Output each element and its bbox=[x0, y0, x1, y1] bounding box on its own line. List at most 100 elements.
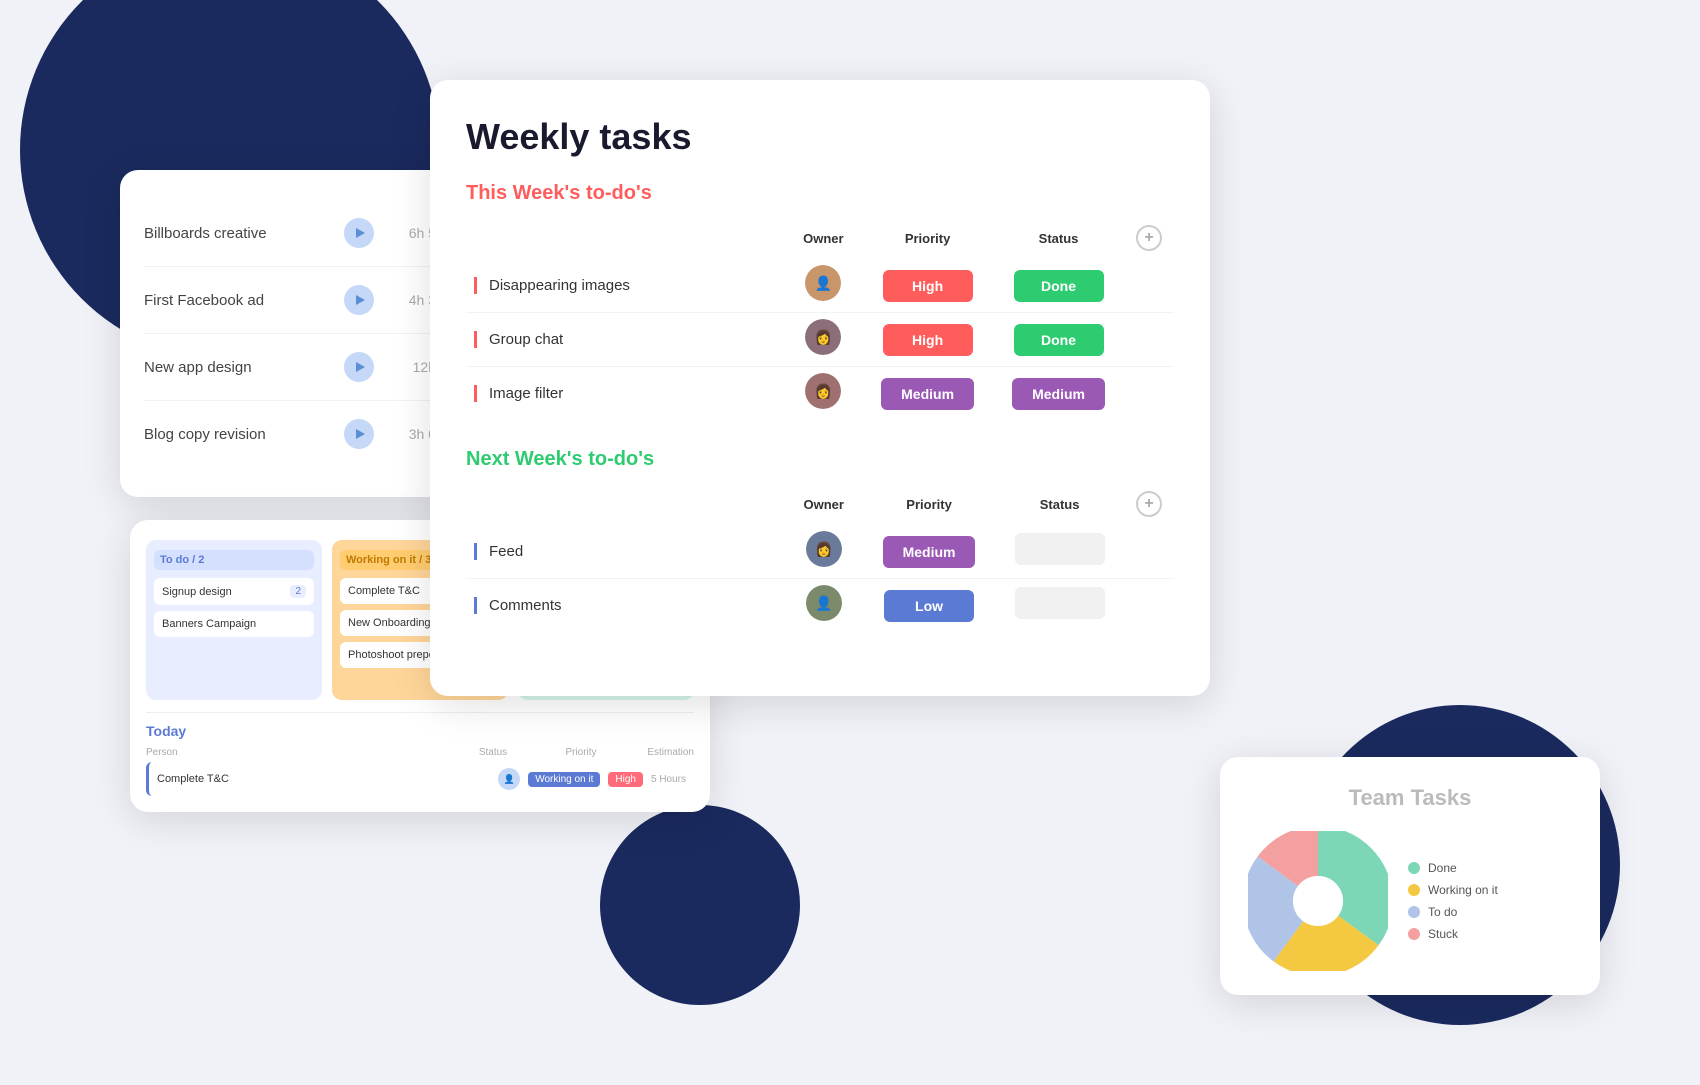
time-task-label: New app design bbox=[144, 359, 330, 376]
avatar-inner: 👩 bbox=[805, 373, 841, 409]
team-tasks-card: Team Tasks Done Working bbox=[1220, 757, 1600, 995]
bg-circle-bottom-mid bbox=[600, 805, 800, 1005]
status-badge[interactable]: Done bbox=[1014, 270, 1104, 302]
time-value-app: 12h bbox=[388, 359, 436, 375]
add-button-next-week[interactable]: + bbox=[1136, 491, 1162, 517]
time-item-app: New app design 12h bbox=[144, 334, 436, 401]
legend-label-stuck: Stuck bbox=[1428, 927, 1458, 941]
today-priority-badge: High bbox=[608, 772, 643, 787]
time-tracking-card: Billboards creative 6h 5 First Facebook … bbox=[120, 170, 460, 497]
task-priority-cell: Low bbox=[863, 579, 995, 633]
task-extra-cell bbox=[1124, 259, 1174, 313]
task-owner-cell: 👩 bbox=[785, 313, 863, 367]
time-item-blog: Blog copy revision 3h 0 bbox=[144, 401, 436, 467]
task-name: Group chat bbox=[474, 331, 563, 348]
today-status-badge: Working on it bbox=[528, 772, 600, 787]
time-item-billboards: Billboards creative 6h 5 bbox=[144, 200, 436, 267]
col-task-name bbox=[466, 217, 785, 259]
col-owner: Owner bbox=[785, 217, 863, 259]
legend-done: Done bbox=[1408, 861, 1498, 875]
today-columns: Person Status Priority Estimation bbox=[146, 747, 694, 758]
avatar: 👤 bbox=[806, 585, 842, 621]
col-owner: Owner bbox=[785, 483, 863, 525]
task-owner-cell: 👤 bbox=[785, 259, 863, 313]
avatar: 👩 bbox=[805, 319, 841, 355]
task-name: Disappearing images bbox=[474, 277, 630, 294]
col-priority: Priority bbox=[863, 483, 995, 525]
task-name: Comments bbox=[474, 597, 562, 614]
status-badge[interactable]: Done bbox=[1014, 324, 1104, 356]
legend-working: Working on it bbox=[1408, 883, 1498, 897]
time-value-billboards: 6h 5 bbox=[388, 225, 436, 241]
play-button-app[interactable] bbox=[344, 352, 374, 382]
legend-todo: To do bbox=[1408, 905, 1498, 919]
kanban-task-label: Signup design bbox=[162, 586, 232, 598]
task-extra-cell bbox=[1124, 313, 1174, 367]
today-header: Today bbox=[146, 723, 694, 739]
col-add: + bbox=[1124, 483, 1174, 525]
kanban-task-signup[interactable]: Signup design 2 bbox=[154, 578, 314, 605]
play-button-blog[interactable] bbox=[344, 419, 374, 449]
col-status: Status bbox=[993, 217, 1124, 259]
legend-dot-done bbox=[1408, 862, 1420, 874]
task-owner-cell: 👩 bbox=[785, 367, 863, 421]
avatar-inner: 👩 bbox=[806, 531, 842, 567]
today-task-name: Complete T&C bbox=[157, 773, 490, 785]
task-status-cell bbox=[995, 525, 1124, 579]
time-task-label: Blog copy revision bbox=[144, 426, 330, 443]
task-status-cell: Medium bbox=[993, 367, 1124, 421]
avatar-inner: 👤 bbox=[806, 585, 842, 621]
weekly-tasks-card: Weekly tasks This Week's to-do's Owner P… bbox=[430, 80, 1210, 696]
table-row: Group chat 👩 High Done bbox=[466, 313, 1174, 367]
time-value-facebook: 4h 3 bbox=[388, 292, 436, 308]
play-button-facebook[interactable] bbox=[344, 285, 374, 315]
task-status-cell: Done bbox=[993, 313, 1124, 367]
today-avatar: 👤 bbox=[498, 768, 520, 790]
task-priority-cell: High bbox=[862, 313, 993, 367]
priority-badge[interactable]: High bbox=[883, 270, 973, 302]
task-extra-cell bbox=[1124, 525, 1174, 579]
status-empty bbox=[1015, 533, 1105, 565]
team-legend: Done Working on it To do Stuck bbox=[1408, 861, 1498, 941]
task-extra-cell bbox=[1124, 367, 1174, 421]
time-task-label: Billboards creative bbox=[144, 225, 330, 242]
status-badge[interactable]: Medium bbox=[1012, 378, 1105, 410]
avatar-inner: 👩 bbox=[805, 319, 841, 355]
task-extra-cell bbox=[1124, 579, 1174, 633]
task-priority-cell: Medium bbox=[863, 525, 995, 579]
avatar: 👤 bbox=[805, 265, 841, 301]
task-name: Feed bbox=[474, 543, 523, 560]
next-week-table: Owner Priority Status + Feed 👩 Medium bbox=[466, 483, 1174, 632]
next-week-title: Next Week's to-do's bbox=[466, 448, 1174, 471]
legend-dot-working bbox=[1408, 884, 1420, 896]
today-estimation: 5 Hours bbox=[651, 774, 686, 785]
priority-badge[interactable]: Low bbox=[884, 590, 974, 622]
today-col-person: Person bbox=[146, 747, 440, 758]
weekly-tasks-title: Weekly tasks bbox=[466, 116, 1174, 158]
task-owner-cell: 👩 bbox=[785, 525, 863, 579]
priority-badge[interactable]: Medium bbox=[881, 378, 974, 410]
kanban-task-banners[interactable]: Banners Campaign bbox=[154, 611, 314, 637]
legend-dot-todo bbox=[1408, 906, 1420, 918]
priority-badge[interactable]: High bbox=[883, 324, 973, 356]
table-row: Feed 👩 Medium bbox=[466, 525, 1174, 579]
today-task-row: Complete T&C 👤 Working on it High 5 Hour… bbox=[146, 762, 694, 796]
today-section: Today Person Status Priority Estimation … bbox=[146, 712, 694, 796]
today-col-priority: Priority bbox=[546, 747, 616, 758]
avatar-inner: 👤 bbox=[805, 265, 841, 301]
play-button-billboards[interactable] bbox=[344, 218, 374, 248]
kanban-col-todo-header: To do / 2 bbox=[154, 550, 314, 570]
task-name: Image filter bbox=[474, 385, 563, 402]
legend-dot-stuck bbox=[1408, 928, 1420, 940]
time-item-facebook: First Facebook ad 4h 3 bbox=[144, 267, 436, 334]
task-priority-cell: High bbox=[862, 259, 993, 313]
task-status-cell bbox=[995, 579, 1124, 633]
today-col-status: Status bbox=[448, 747, 538, 758]
task-status-cell: Done bbox=[993, 259, 1124, 313]
col-task-name bbox=[466, 483, 785, 525]
this-week-title: This Week's to-do's bbox=[466, 182, 1174, 205]
legend-label-working: Working on it bbox=[1428, 883, 1498, 897]
add-button-this-week[interactable]: + bbox=[1136, 225, 1162, 251]
kanban-col-todo: To do / 2 Signup design 2 Banners Campai… bbox=[146, 540, 322, 700]
priority-badge[interactable]: Medium bbox=[883, 536, 976, 568]
